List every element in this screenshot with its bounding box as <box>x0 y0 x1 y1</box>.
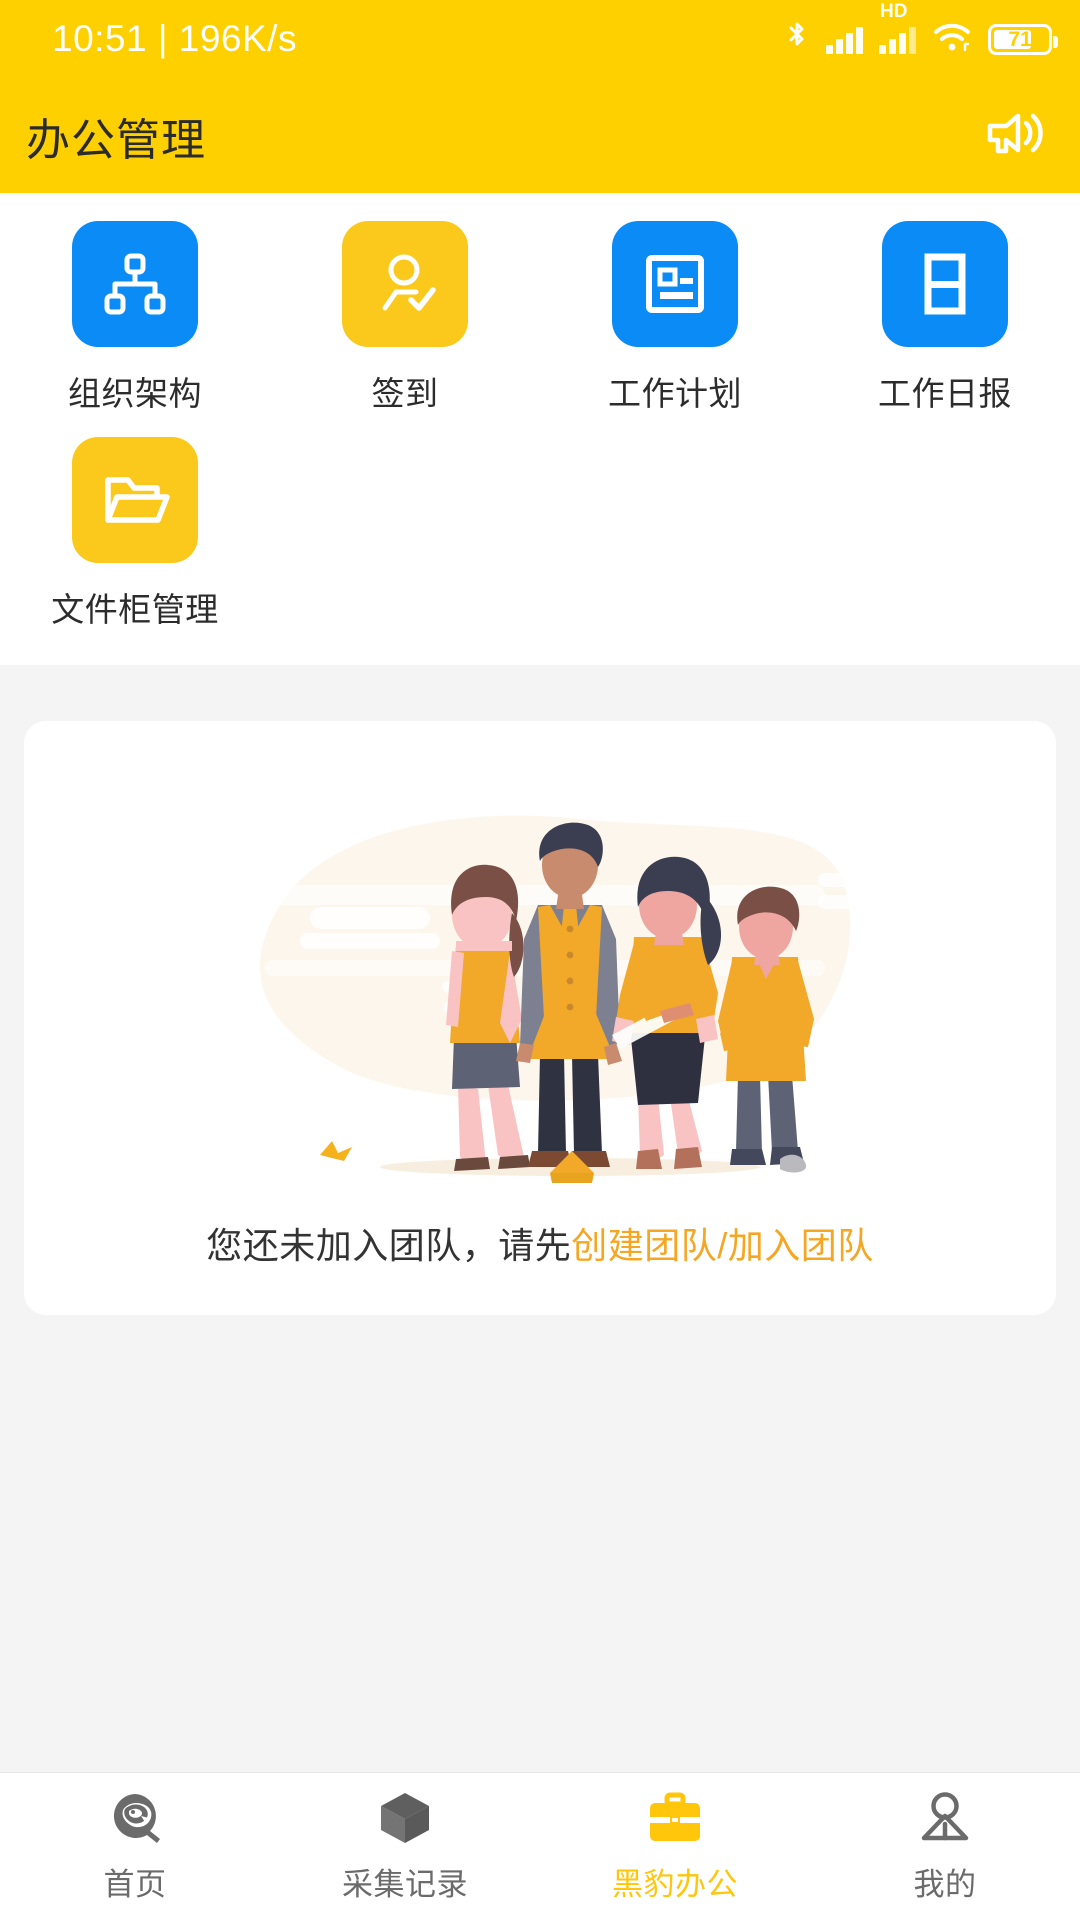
signal-bars-icon <box>826 24 863 54</box>
file-cabinet-tile <box>72 437 198 563</box>
tab-profile[interactable]: 我的 <box>810 1773 1080 1920</box>
hd-signal-icon: HD <box>879 2 916 54</box>
megaphone-icon <box>984 107 1046 164</box>
org-chart-tile <box>72 221 198 347</box>
status-bar: 10:51 | 196K/s HD 71 <box>0 0 1080 78</box>
content-area: 您还未加入团队，请先创建团队/加入团队 <box>0 665 1080 1772</box>
tab-label: 我的 <box>913 1867 977 1902</box>
status-icons: HD 71 <box>784 2 1058 59</box>
create-join-team-link[interactable]: 创建团队/加入团队 <box>571 1225 874 1266</box>
battery-percent: 71 <box>1008 27 1032 51</box>
briefcase-icon <box>646 1789 704 1847</box>
empty-state-card: 您还未加入团队，请先创建团队/加入团队 <box>24 721 1056 1315</box>
folder-icon <box>99 464 171 536</box>
grid-item-org-chart[interactable]: 组织架构 <box>0 221 270 415</box>
tab-label: 采集记录 <box>342 1867 468 1902</box>
bluetooth-icon <box>784 20 810 59</box>
grid-item-label: 签到 <box>371 375 439 412</box>
person-icon <box>918 1789 972 1847</box>
shortcut-grid: 组织架构 签到 工作计划 工作日报 文件柜管理 <box>0 221 1080 631</box>
grid-item-work-plan[interactable]: 工作计划 <box>540 221 810 415</box>
grid-item-daily-report[interactable]: 工作日报 <box>810 221 1080 415</box>
grid-item-check-in[interactable]: 签到 <box>270 221 540 415</box>
tab-home[interactable]: 首页 <box>0 1773 270 1920</box>
app-bar: 办公管理 <box>0 78 1080 193</box>
check-in-icon <box>369 248 441 320</box>
grid-item-label: 文件柜管理 <box>51 591 219 628</box>
grid-item-label: 工作计划 <box>608 375 742 412</box>
tab-collection-records[interactable]: 采集记录 <box>270 1773 540 1920</box>
page-title: 办公管理 <box>26 115 206 165</box>
work-plan-icon <box>639 248 711 320</box>
app-root: 10:51 | 196K/s HD 71 办公管理 组织架构 签到 工作计划 工… <box>0 0 1080 1920</box>
status-time-speed: 10:51 | 196K/s <box>52 18 297 59</box>
tab-panther-office[interactable]: 黑豹办公 <box>540 1773 810 1920</box>
battery-icon: 71 <box>988 23 1058 55</box>
bottom-tab-bar: 首页 采集记录 黑豹办公 我的 <box>0 1772 1080 1920</box>
tab-label: 首页 <box>103 1867 167 1902</box>
check-in-tile <box>342 221 468 347</box>
panther-home-icon <box>107 1789 163 1847</box>
tab-label: 黑豹办公 <box>612 1867 738 1902</box>
daily-report-tile <box>882 221 1008 347</box>
org-chart-icon <box>99 248 171 320</box>
grid-item-file-cabinet[interactable]: 文件柜管理 <box>0 437 270 631</box>
hd-label: HD <box>880 1 908 22</box>
grid-item-label: 工作日报 <box>878 375 1012 412</box>
wifi-icon <box>932 21 972 58</box>
team-illustration <box>44 755 1036 1195</box>
work-plan-tile <box>612 221 738 347</box>
grid-item-label: 组织架构 <box>68 375 202 412</box>
daily-report-icon <box>909 248 981 320</box>
empty-state-message: 您还未加入团队，请先创建团队/加入团队 <box>206 1217 874 1269</box>
shortcut-grid-panel: 组织架构 签到 工作计划 工作日报 文件柜管理 <box>0 193 1080 665</box>
cube-box-icon <box>378 1789 432 1847</box>
announcement-button[interactable] <box>984 107 1046 164</box>
empty-state-prefix: 您还未加入团队，请先 <box>206 1225 572 1266</box>
